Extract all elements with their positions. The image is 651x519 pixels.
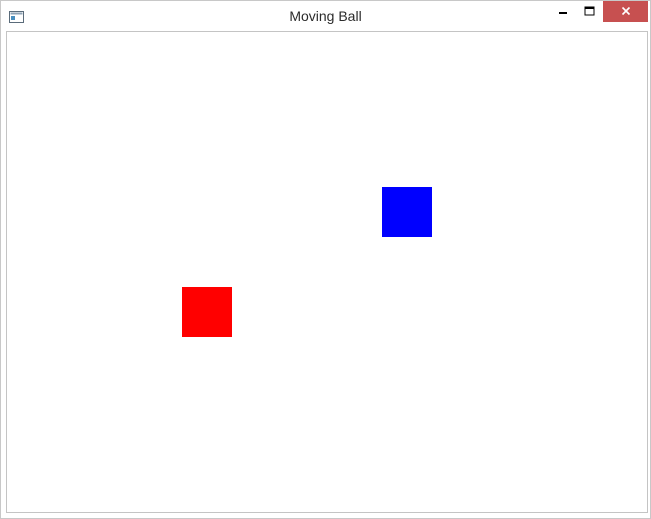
- blue-square: [382, 187, 432, 237]
- drawing-canvas[interactable]: [6, 31, 648, 513]
- minimize-icon: [558, 3, 568, 21]
- close-icon: [621, 3, 631, 21]
- title-bar[interactable]: Moving Ball: [1, 1, 650, 31]
- close-button[interactable]: [603, 1, 648, 22]
- maximize-button[interactable]: [579, 1, 599, 22]
- red-square: [182, 287, 232, 337]
- minimize-button[interactable]: [553, 1, 573, 22]
- maximize-icon: [584, 3, 595, 21]
- app-window-icon[interactable]: [9, 10, 24, 23]
- app-window: Moving Ball: [0, 0, 651, 519]
